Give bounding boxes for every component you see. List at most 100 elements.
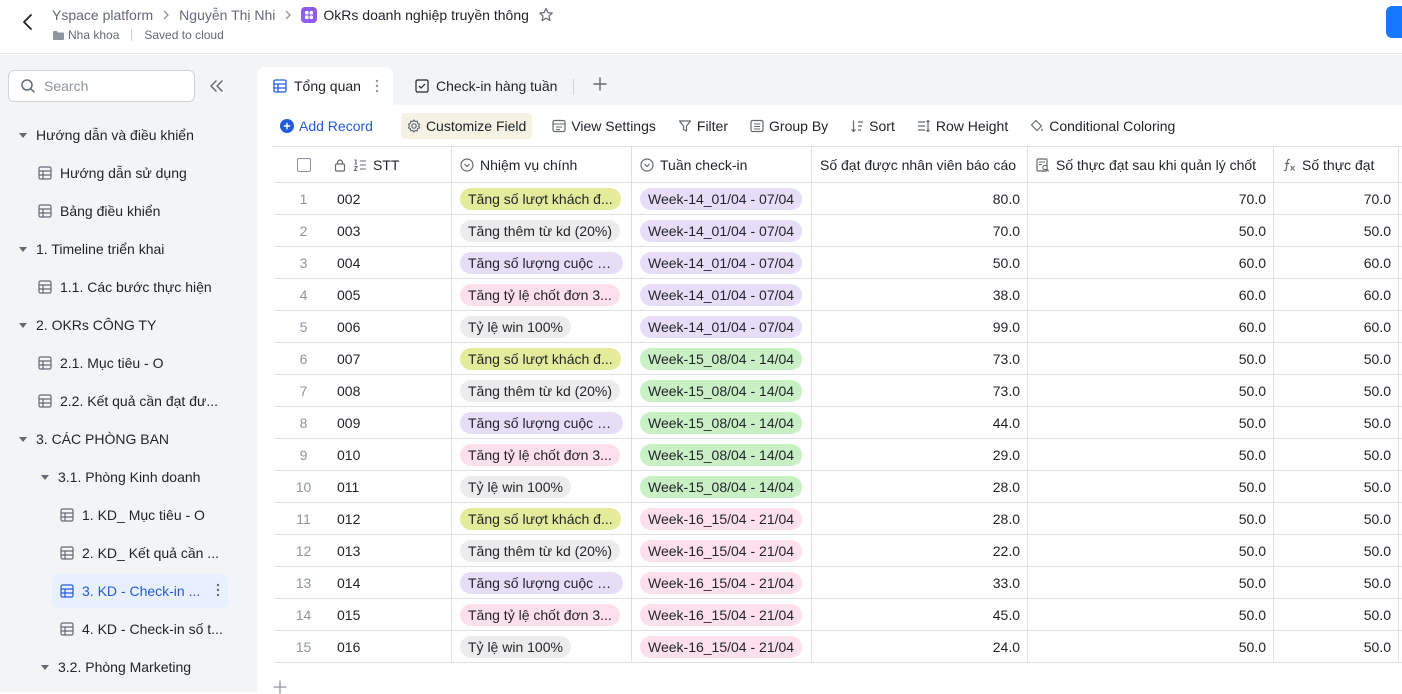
- table-row[interactable]: 3 004 Tăng số lượng cuộc g... Week-14_01/04…: [274, 247, 1402, 279]
- cell-approved[interactable]: 70.0: [1028, 183, 1274, 215]
- table-row[interactable]: 5 006 Tỷ lệ win 100% Week-14_01/04 - 07/04 9…: [274, 311, 1402, 343]
- cell-stt[interactable]: 005: [333, 279, 452, 311]
- cell-stt[interactable]: 012: [333, 503, 452, 535]
- table-row[interactable]: 13 014 Tăng số lượng cuộc g... Week-16_15/0…: [274, 567, 1402, 599]
- table-row[interactable]: 12 013 Tăng thêm từ kd (20%) Week-16_15/04 …: [274, 535, 1402, 567]
- customize-field-button[interactable]: Customize Field: [400, 113, 533, 139]
- star-icon[interactable]: [538, 7, 554, 23]
- cell-checkin-week[interactable]: Week-14_01/04 - 07/04: [632, 279, 812, 311]
- table-row[interactable]: 8 009 Tăng số lượng cuộc g... Week-15_08/04…: [274, 407, 1402, 439]
- breadcrumb-workspace[interactable]: Yspace platform: [52, 7, 153, 23]
- sidebar-item-steps[interactable]: 1.1. Các bước thực hiện: [38, 270, 212, 304]
- cell-actual[interactable]: 50.0: [1274, 343, 1399, 375]
- folder-name[interactable]: Nha khoa: [68, 28, 119, 42]
- cell-checkin-week[interactable]: Week-15_08/04 - 14/04: [632, 407, 812, 439]
- cell-checkin-week[interactable]: Week-15_08/04 - 14/04: [632, 343, 812, 375]
- sidebar-item-dashboard[interactable]: Bảng điều khiển: [38, 194, 160, 228]
- cell-checkin-week[interactable]: Week-15_08/04 - 14/04: [632, 375, 812, 407]
- cell-stt[interactable]: 006: [333, 311, 452, 343]
- cell-actual[interactable]: 70.0: [1274, 183, 1399, 215]
- cell-main-task[interactable]: Tăng số lượng cuộc g...: [452, 567, 632, 599]
- sidebar-item-user-guide[interactable]: Hướng dẫn sử dụng: [38, 156, 187, 190]
- cell-stt[interactable]: 016: [333, 631, 452, 663]
- cell-actual[interactable]: 50.0: [1274, 375, 1399, 407]
- cell-main-task[interactable]: Tăng tỷ lệ chốt đơn 3...: [452, 599, 632, 631]
- cell-checkin-week[interactable]: Week-14_01/04 - 07/04: [632, 247, 812, 279]
- cell-checkin-week[interactable]: Week-15_08/04 - 14/04: [632, 471, 812, 503]
- sidebar-group-company-okrs[interactable]: 2. OKRs CÔNG TY: [18, 308, 156, 342]
- cell-reported[interactable]: 38.0: [812, 279, 1028, 311]
- sidebar-item-kd-key-results[interactable]: 2. KD_ Kết quả cần ...: [60, 536, 219, 570]
- more-vertical-icon[interactable]: [216, 583, 220, 597]
- cell-checkin-week[interactable]: Week-14_01/04 - 07/04: [632, 215, 812, 247]
- cell-stt[interactable]: 015: [333, 599, 452, 631]
- column-header-main-task[interactable]: Nhiệm vụ chính: [452, 147, 632, 182]
- cell-stt[interactable]: 002: [333, 183, 452, 215]
- cell-checkin-week[interactable]: Week-16_15/04 - 21/04: [632, 567, 812, 599]
- cell-approved[interactable]: 50.0: [1028, 503, 1274, 535]
- cell-stt[interactable]: 011: [333, 471, 452, 503]
- cell-actual[interactable]: 50.0: [1274, 407, 1399, 439]
- cell-main-task[interactable]: Tăng thêm từ kd (20%): [452, 375, 632, 407]
- tab-weekly-checkin[interactable]: Check-in hàng tuần: [415, 67, 557, 105]
- cell-stt[interactable]: 003: [333, 215, 452, 247]
- cell-main-task[interactable]: Tăng thêm từ kd (20%): [452, 535, 632, 567]
- table-row[interactable]: 1 002 Tăng số lượt khách đ... Week-14_01/04…: [274, 183, 1402, 215]
- cell-approved[interactable]: 50.0: [1028, 343, 1274, 375]
- cell-reported[interactable]: 99.0: [812, 311, 1028, 343]
- cell-main-task[interactable]: Tăng tỷ lệ chốt đơn 3...: [452, 279, 632, 311]
- cell-main-task[interactable]: Tăng tỷ lệ chốt đơn 3...: [452, 439, 632, 471]
- sort-button[interactable]: Sort: [846, 113, 899, 139]
- sidebar-group-departments[interactable]: 3. CÁC PHÒNG BAN: [18, 422, 169, 456]
- column-header-approved[interactable]: Số thực đạt sau khi quản lý chốt: [1028, 147, 1274, 182]
- cell-actual[interactable]: 60.0: [1274, 279, 1399, 311]
- back-arrow-icon[interactable]: [18, 12, 38, 32]
- cell-checkin-week[interactable]: Week-16_15/04 - 21/04: [632, 631, 812, 663]
- sidebar-item-kd-checkin-numbers[interactable]: 4. KD - Check-in số t...: [60, 612, 223, 646]
- search-box[interactable]: [8, 70, 195, 102]
- column-header-checkin-week[interactable]: Tuần check-in: [632, 147, 812, 182]
- tab-overview[interactable]: Tổng quan: [257, 67, 393, 105]
- table-row[interactable]: 10 011 Tỷ lệ win 100% Week-15_08/04 - 14/04…: [274, 471, 1402, 503]
- share-button[interactable]: [1386, 6, 1402, 38]
- cell-approved[interactable]: 50.0: [1028, 375, 1274, 407]
- cell-checkin-week[interactable]: Week-14_01/04 - 07/04: [632, 183, 812, 215]
- column-header-stt[interactable]: STT: [333, 147, 452, 182]
- cell-reported[interactable]: 33.0: [812, 567, 1028, 599]
- sidebar-group-timeline[interactable]: 1. Timeline triển khai: [18, 232, 164, 266]
- cell-reported[interactable]: 80.0: [812, 183, 1028, 215]
- cell-checkin-week[interactable]: Week-15_08/04 - 14/04: [632, 439, 812, 471]
- cell-checkin-week[interactable]: Week-16_15/04 - 21/04: [632, 503, 812, 535]
- add-tab-icon[interactable]: [593, 77, 607, 91]
- table-row[interactable]: 2 003 Tăng thêm từ kd (20%) Week-14_01/04 -…: [274, 215, 1402, 247]
- cell-actual[interactable]: 60.0: [1274, 311, 1399, 343]
- select-all-checkbox-cell[interactable]: [274, 147, 333, 182]
- cell-actual[interactable]: 50.0: [1274, 567, 1399, 599]
- cell-main-task[interactable]: Tăng số lượt khách đ...: [452, 503, 632, 535]
- cell-approved[interactable]: 50.0: [1028, 471, 1274, 503]
- conditional-coloring-button[interactable]: Conditional Coloring: [1026, 113, 1179, 139]
- sidebar-item-kd-checkin[interactable]: 3. KD - Check-in ...: [52, 574, 228, 608]
- view-settings-button[interactable]: View Settings: [548, 113, 660, 139]
- cell-actual[interactable]: 50.0: [1274, 631, 1399, 663]
- sidebar-group-marketing[interactable]: 3.2. Phòng Marketing: [40, 650, 191, 684]
- cell-approved[interactable]: 50.0: [1028, 439, 1274, 471]
- cell-main-task[interactable]: Tăng số lượng cuộc g...: [452, 247, 632, 279]
- row-height-button[interactable]: Row Height: [913, 113, 1012, 139]
- cell-reported[interactable]: 24.0: [812, 631, 1028, 663]
- column-header-reported[interactable]: Số đạt được nhân viên báo cáo: [812, 147, 1028, 182]
- cell-stt[interactable]: 013: [333, 535, 452, 567]
- cell-approved[interactable]: 50.0: [1028, 567, 1274, 599]
- sidebar-item-objectives[interactable]: 2.1. Mục tiêu - O: [38, 346, 163, 380]
- table-row[interactable]: 6 007 Tăng số lượt khách đ... Week-15_08/04…: [274, 343, 1402, 375]
- column-header-actual[interactable]: Số thực đạt: [1274, 147, 1399, 182]
- more-vertical-icon[interactable]: [375, 79, 379, 93]
- cell-actual[interactable]: 50.0: [1274, 535, 1399, 567]
- sidebar-item-kd-objectives[interactable]: 1. KD_ Mục tiêu - O: [60, 498, 205, 532]
- filter-button[interactable]: Filter: [674, 113, 732, 139]
- cell-reported[interactable]: 29.0: [812, 439, 1028, 471]
- cell-actual[interactable]: 60.0: [1274, 247, 1399, 279]
- cell-checkin-week[interactable]: Week-14_01/04 - 07/04: [632, 311, 812, 343]
- cell-approved[interactable]: 60.0: [1028, 279, 1274, 311]
- cell-stt[interactable]: 008: [333, 375, 452, 407]
